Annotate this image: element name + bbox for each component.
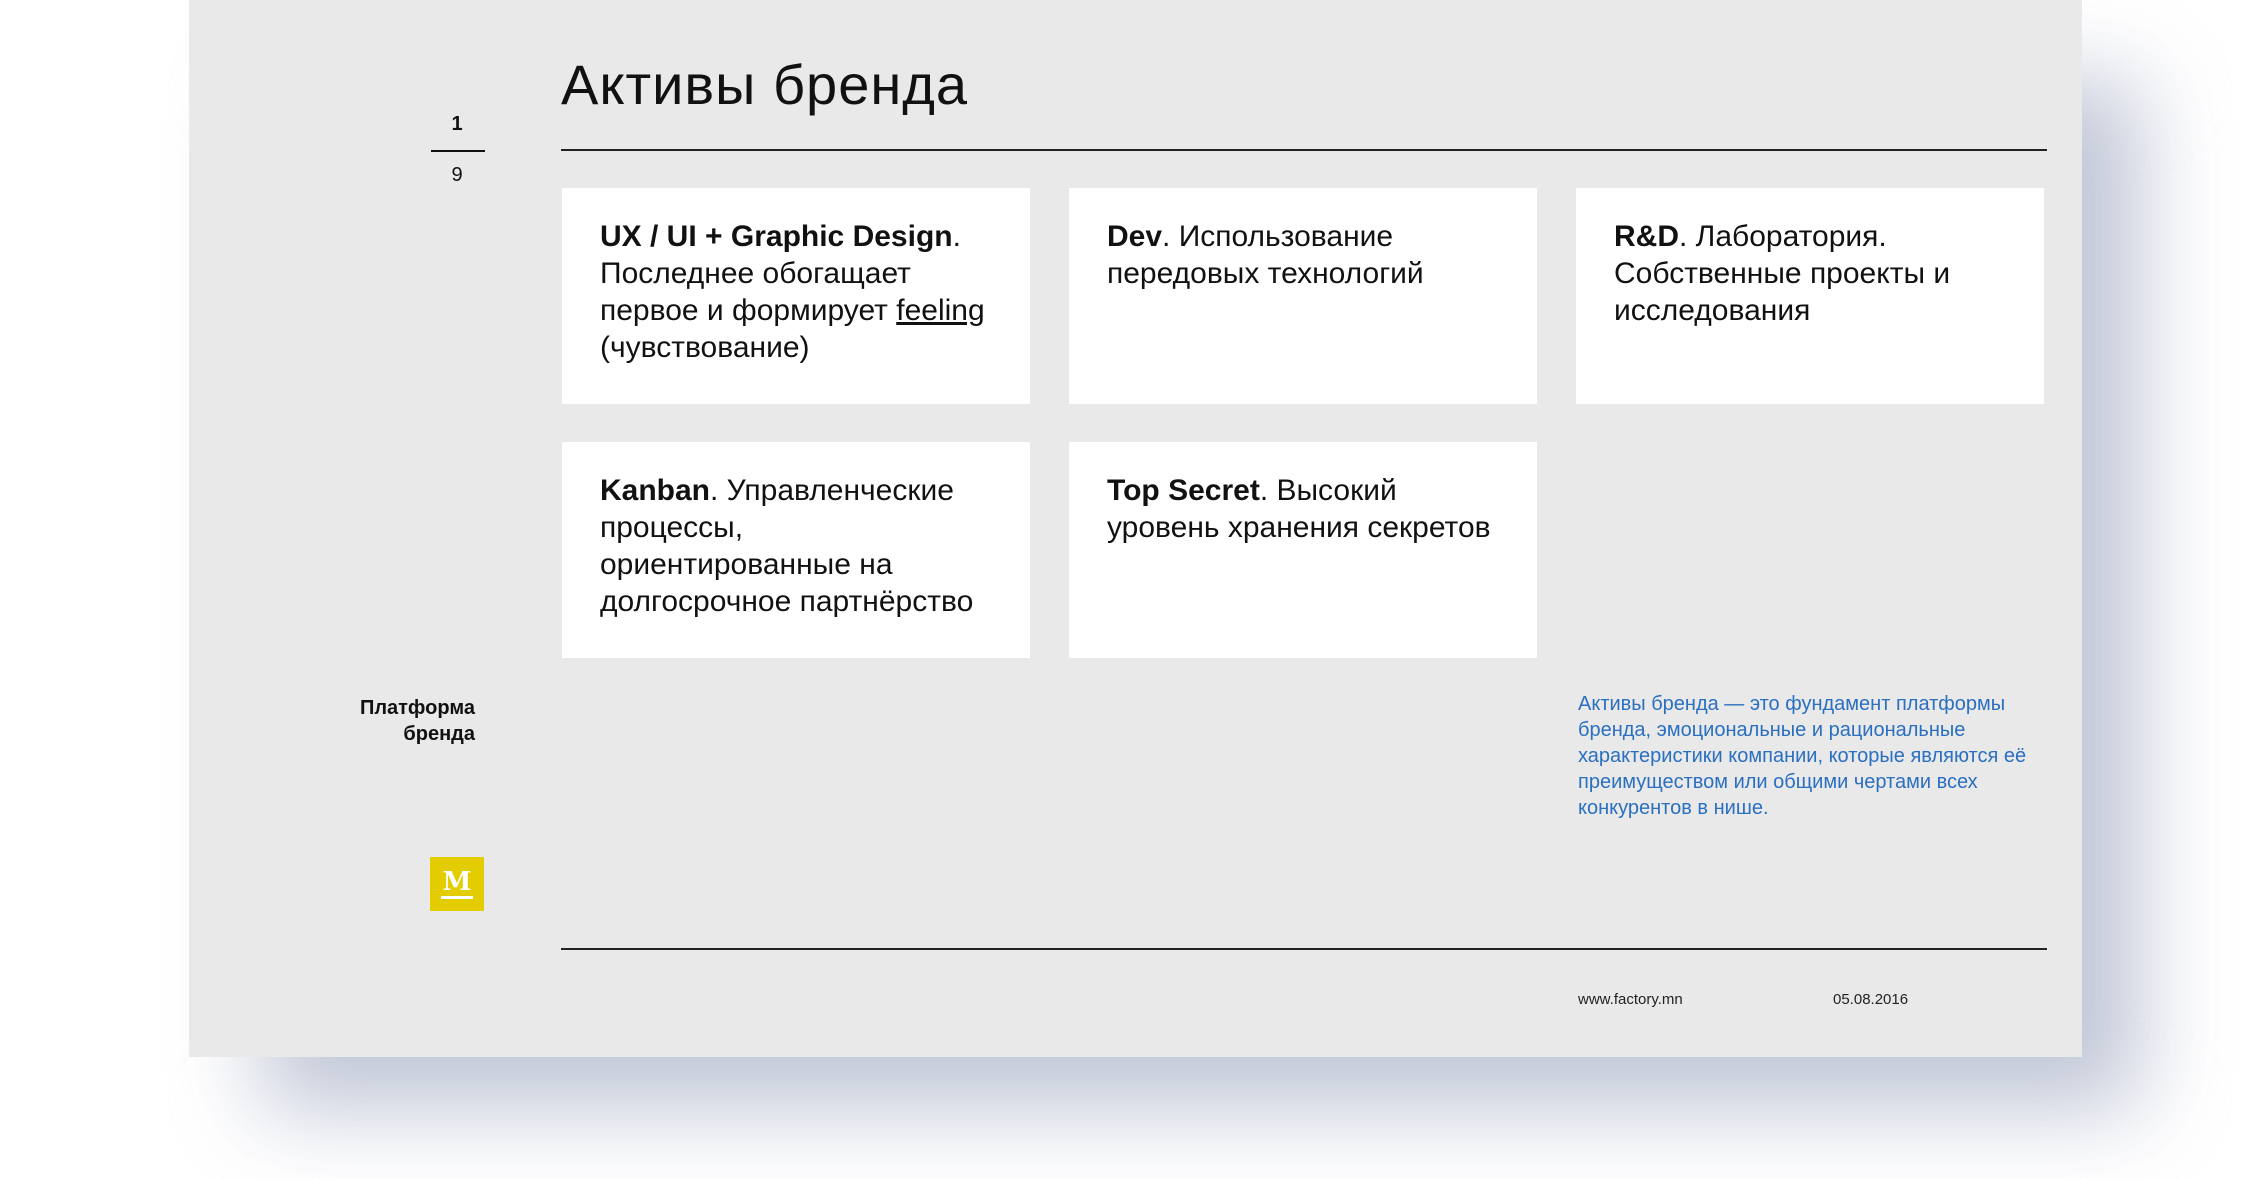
card-underlined-word: feeling [896,294,985,327]
brand-logo-letter: M [440,867,474,899]
card-heading: R&D [1614,220,1679,253]
description-note: Активы бренда — это фундамент платформы … [1578,693,2027,819]
page-number-divider [431,150,485,152]
card-ux-ui-design: UX / UI + Graphic Design. Последнее обог… [562,188,1030,404]
brand-logo: M [430,857,484,911]
slide-title: Активы бренда [561,53,969,116]
card-kanban: Kanban. Управленческие процессы, ориенти… [562,442,1030,658]
card-heading: Dev [1107,220,1163,253]
card-rnd: R&D. Лаборатория. Собственные проекты и … [1576,188,2044,404]
card-heading: Top Secret [1107,474,1260,507]
footer-date: 05.08.2016 [1833,991,1909,1008]
section-label: Платформа бренда [319,695,475,747]
card-heading: Kanban [600,474,711,507]
page-number-current: 1 [451,113,463,135]
card-top-secret: Top Secret. Высокий уровень хранения сек… [1069,442,1537,658]
presentation-slide: 1 9 Активы бренда UX / UI + Graphic Desi… [189,0,2082,1057]
title-divider [561,149,2047,151]
page-number-total: 9 [451,164,463,186]
footer-divider [561,948,2047,950]
card-heading: UX / UI + Graphic Design [600,220,953,253]
card-text: (чувствование) [600,331,810,364]
card-dev: Dev. Использование передовых технологий [1069,188,1537,404]
footer-url: www.factory.mn [1578,991,1683,1008]
section-label-line: Платформа [359,697,475,719]
section-label-line: бренда [403,723,475,745]
